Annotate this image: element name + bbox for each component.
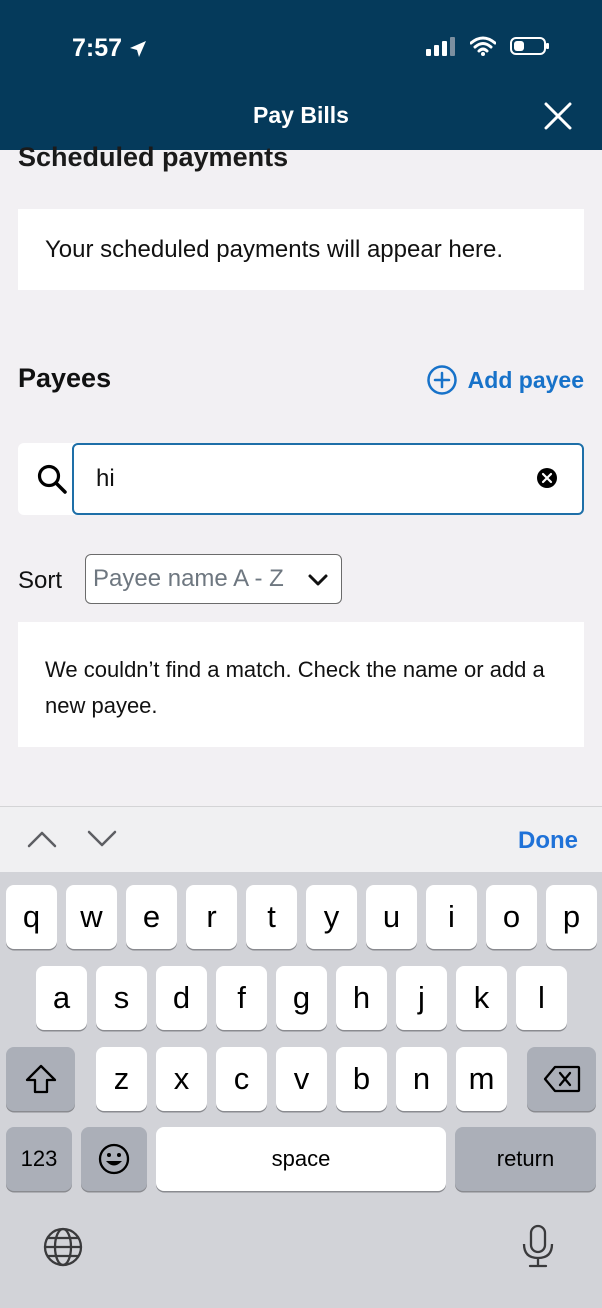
key-w[interactable]: w <box>66 885 117 949</box>
key-x[interactable]: x <box>156 1047 207 1111</box>
status-time: 7:57 <box>72 34 148 63</box>
plus-circle-icon <box>426 365 457 395</box>
payee-search-input[interactable]: hi <box>72 443 584 515</box>
key-e[interactable]: e <box>126 885 177 949</box>
chevron-down-icon <box>308 574 328 586</box>
return-key[interactable]: return <box>455 1127 596 1191</box>
key-j[interactable]: j <box>396 966 447 1030</box>
keyboard: qwertyuiop asdfghjkl zxcvbnm 123 space ret… <box>0 872 602 1308</box>
scheduled-payments-card: Your scheduled payments will appear here… <box>18 209 584 290</box>
sort-label: Sort <box>18 567 63 594</box>
clear-icon[interactable] <box>536 467 558 489</box>
status-icons <box>426 36 550 56</box>
scheduled-empty-message: Your scheduled payments will appear here… <box>45 235 504 263</box>
key-k[interactable]: k <box>456 966 507 1030</box>
space-key[interactable]: space <box>156 1127 446 1191</box>
emoji-key[interactable] <box>81 1127 147 1191</box>
add-payee-button[interactable]: Add payee <box>426 364 584 396</box>
numbers-key[interactable]: 123 <box>6 1127 72 1191</box>
key-i[interactable]: i <box>426 885 477 949</box>
key-y[interactable]: y <box>306 885 357 949</box>
battery-icon <box>510 37 549 55</box>
emoji-icon <box>98 1143 130 1175</box>
shift-key[interactable] <box>6 1047 75 1111</box>
status-time-text: 7:57 <box>72 34 123 62</box>
key-g[interactable]: g <box>276 966 327 1030</box>
key-u[interactable]: u <box>366 885 417 949</box>
sort-select[interactable]: Payee name A - Z <box>85 554 342 604</box>
key-m[interactable]: m <box>456 1047 507 1111</box>
microphone-icon[interactable] <box>520 1224 556 1270</box>
key-p[interactable]: p <box>546 885 597 949</box>
search-icon <box>37 464 67 494</box>
page-title: Pay Bills <box>253 102 349 128</box>
wifi-icon <box>470 36 496 56</box>
key-t[interactable]: t <box>246 885 297 949</box>
shift-icon <box>25 1064 56 1094</box>
key-q[interactable]: q <box>6 885 57 949</box>
payee-search: hi <box>18 443 584 515</box>
key-h[interactable]: h <box>336 966 387 1030</box>
key-l[interactable]: l <box>516 966 567 1030</box>
key-d[interactable]: d <box>156 966 207 1030</box>
key-c[interactable]: c <box>216 1047 267 1111</box>
done-button[interactable]: Done <box>518 827 578 855</box>
backspace-key[interactable] <box>527 1047 596 1111</box>
key-s[interactable]: s <box>96 966 147 1030</box>
backspace-icon <box>543 1065 580 1093</box>
payees-heading: Payees <box>18 363 112 393</box>
keyboard-accessory-bar: Done <box>0 806 602 872</box>
search-input-value: hi <box>96 465 115 492</box>
scheduled-payments-heading: Scheduled payments <box>18 142 289 172</box>
key-a[interactable]: a <box>36 966 87 1030</box>
add-payee-label: Add payee <box>467 366 584 393</box>
close-icon[interactable] <box>542 100 574 132</box>
globe-icon[interactable] <box>42 1226 84 1268</box>
key-b[interactable]: b <box>336 1047 387 1111</box>
key-f[interactable]: f <box>216 966 267 1030</box>
no-match-card: We couldn’t find a match. Check the name… <box>18 622 584 747</box>
chevron-down-icon[interactable] <box>86 827 118 851</box>
no-match-message: We couldn’t find a match. Check the name… <box>45 657 545 718</box>
cellular-signal-icon <box>426 37 455 56</box>
location-arrow-icon <box>130 40 147 57</box>
app-header: 7:57 Pay Bills <box>0 0 602 150</box>
key-v[interactable]: v <box>276 1047 327 1111</box>
key-z[interactable]: z <box>96 1047 147 1111</box>
chevron-up-icon[interactable] <box>26 827 58 851</box>
sort-select-value: Payee name A - Z <box>93 565 284 592</box>
key-n[interactable]: n <box>396 1047 447 1111</box>
key-o[interactable]: o <box>486 885 537 949</box>
key-r[interactable]: r <box>186 885 237 949</box>
